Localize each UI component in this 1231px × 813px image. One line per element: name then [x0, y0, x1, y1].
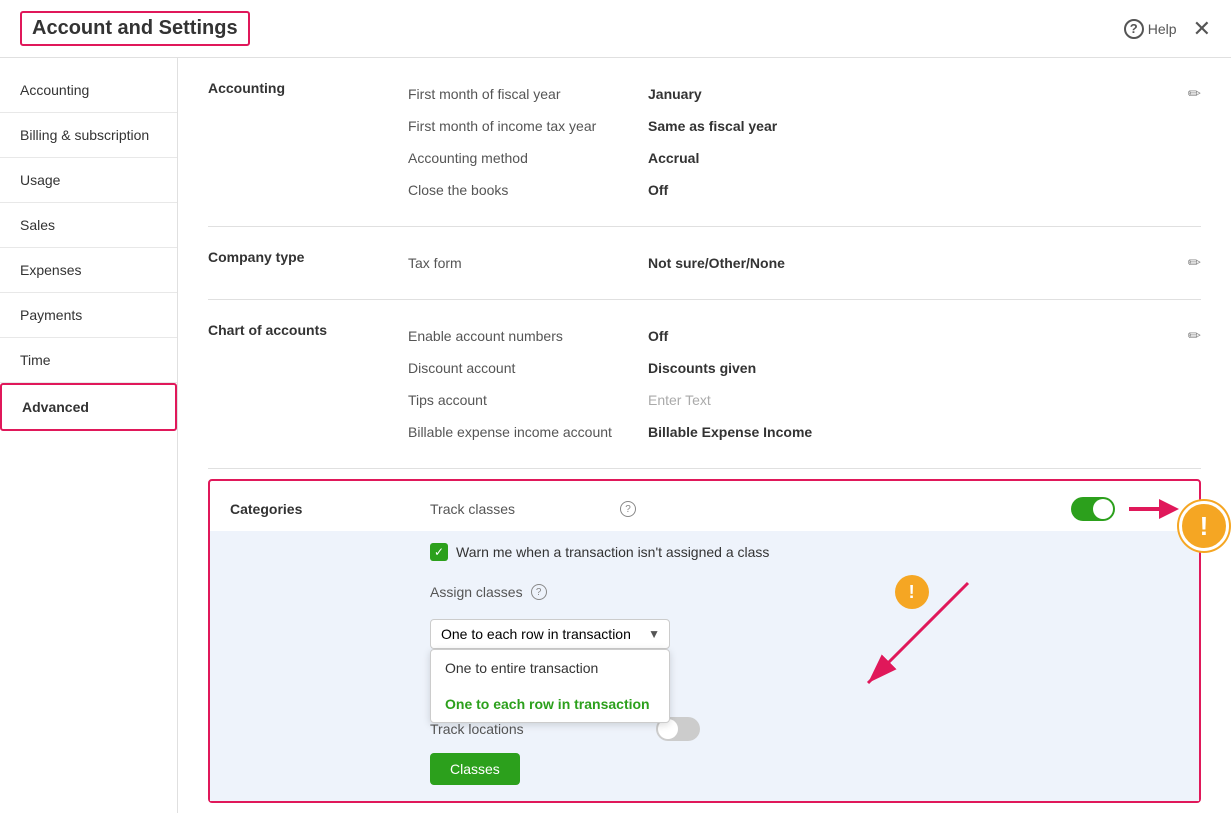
accounting-method-value: Accrual [648, 150, 1201, 166]
tax-form-edit-icon[interactable]: ✏ [1188, 253, 1201, 273]
question-icon-track-classes[interactable]: ? [620, 501, 636, 517]
categories-header: Categories Track classes ? [210, 481, 1199, 531]
accounting-section: Accounting First month of fiscal year Ja… [208, 58, 1201, 227]
header-right: ? Help ✕ [1124, 18, 1211, 40]
accounting-label: Accounting [208, 78, 408, 96]
fiscal-year-edit-icon[interactable]: ✏ [1188, 84, 1201, 104]
large-exclamation-icon: ! [1179, 501, 1229, 551]
enable-account-numbers-edit-icon[interactable]: ✏ [1188, 326, 1201, 346]
billable-expense-value: Billable Expense Income [648, 424, 1201, 440]
categories-body: ✓ Warn me when a transaction isn't assig… [210, 531, 1199, 801]
tips-account-row: Tips account Enter Text [408, 384, 1201, 416]
company-type-rows: Tax form Not sure/Other/None ✏ [408, 247, 1201, 279]
dropdown-container: One to entire transaction One to each ro… [430, 619, 670, 649]
discount-account-row: Discount account Discounts given [408, 352, 1201, 384]
large-warning-icon: ! [1179, 501, 1229, 551]
sidebar-item-payments[interactable]: Payments [0, 293, 177, 338]
help-label: Help [1148, 21, 1177, 37]
categories-label: Categories [230, 501, 430, 517]
sidebar-item-usage[interactable]: Usage [0, 158, 177, 203]
help-circle-icon: ? [1124, 19, 1144, 39]
warn-checkbox[interactable]: ✓ [430, 543, 448, 561]
dropdown-option-entire[interactable]: One to entire transaction [431, 650, 669, 686]
sidebar-item-advanced[interactable]: Advanced [0, 383, 177, 431]
classes-button[interactable]: Classes [430, 753, 520, 785]
sidebar-item-expenses[interactable]: Expenses [0, 248, 177, 293]
fiscal-year-field: First month of fiscal year [408, 86, 648, 102]
track-locations-label: Track locations [430, 721, 524, 737]
main-layout: Accounting Billing & subscription Usage … [0, 58, 1231, 813]
tips-account-field: Tips account [408, 392, 648, 408]
assign-classes-row: Assign classes ? ! [430, 575, 1179, 609]
accounting-rows: First month of fiscal year January ✏ Fir… [408, 78, 1201, 206]
enable-account-numbers-value: Off [648, 328, 1178, 344]
sidebar: Accounting Billing & subscription Usage … [0, 58, 178, 813]
assign-classes-dropdown[interactable]: One to entire transaction One to each ro… [430, 619, 670, 649]
sidebar-item-sales[interactable]: Sales [0, 203, 177, 248]
accounting-method-row: Accounting method Accrual [408, 142, 1201, 174]
billable-expense-field: Billable expense income account [408, 424, 648, 440]
dropdown-option-each-row[interactable]: One to each row in transaction [431, 686, 669, 722]
close-books-field: Close the books [408, 182, 648, 198]
income-tax-year-row: First month of income tax year Same as f… [408, 110, 1201, 142]
tax-form-row: Tax form Not sure/Other/None ✏ [408, 247, 1201, 279]
content-area: Accounting First month of fiscal year Ja… [178, 58, 1231, 813]
close-button[interactable]: ✕ [1193, 18, 1211, 40]
company-type-section: Company type Tax form Not sure/Other/Non… [208, 227, 1201, 300]
sidebar-item-billing[interactable]: Billing & subscription [0, 113, 177, 158]
chart-of-accounts-label: Chart of accounts [208, 320, 408, 338]
company-type-label: Company type [208, 247, 408, 265]
page-title: Account and Settings [20, 11, 250, 46]
billable-expense-row: Billable expense income account Billable… [408, 416, 1201, 448]
chart-of-accounts-section: Chart of accounts Enable account numbers… [208, 300, 1201, 469]
help-link[interactable]: ? Help [1124, 19, 1177, 39]
assign-classes-label: Assign classes [430, 584, 523, 600]
dropdown-menu: One to entire transaction One to each ro… [430, 649, 670, 723]
tax-form-value: Not sure/Other/None [648, 255, 1178, 271]
red-arrow-left [1129, 497, 1179, 521]
classes-button-row: Classes [430, 753, 1179, 785]
track-classes-toggle[interactable] [1071, 497, 1115, 521]
enable-account-numbers-row: Enable account numbers Off ✏ [408, 320, 1201, 352]
track-classes-row: Track classes ? [430, 497, 1179, 521]
close-books-row: Close the books Off [408, 174, 1201, 206]
fiscal-year-row: First month of fiscal year January ✏ [408, 78, 1201, 110]
discount-account-field: Discount account [408, 360, 648, 376]
accounting-method-field: Accounting method [408, 150, 648, 166]
track-classes-field: Track classes [430, 501, 610, 517]
fiscal-year-value: January [648, 86, 1178, 102]
sidebar-item-time[interactable]: Time [0, 338, 177, 383]
income-tax-year-value: Same as fiscal year [648, 118, 1201, 134]
warn-text: Warn me when a transaction isn't assigne… [456, 544, 769, 560]
tips-account-value: Enter Text [648, 392, 1201, 408]
warn-checkbox-row: ✓ Warn me when a transaction isn't assig… [430, 543, 1179, 561]
app-header: Account and Settings ? Help ✕ [0, 0, 1231, 58]
enable-account-numbers-field: Enable account numbers [408, 328, 648, 344]
tax-form-field: Tax form [408, 255, 648, 271]
income-tax-year-field: First month of income tax year [408, 118, 648, 134]
sidebar-item-company[interactable]: Accounting [0, 68, 177, 113]
chart-of-accounts-rows: Enable account numbers Off ✏ Discount ac… [408, 320, 1201, 448]
close-books-value: Off [648, 182, 1201, 198]
question-icon-assign[interactable]: ? [531, 584, 547, 600]
assign-classes-warning-icon: ! [895, 575, 929, 609]
categories-section: Categories Track classes ? ✓ Warn [208, 479, 1201, 803]
discount-account-value: Discounts given [648, 360, 1201, 376]
